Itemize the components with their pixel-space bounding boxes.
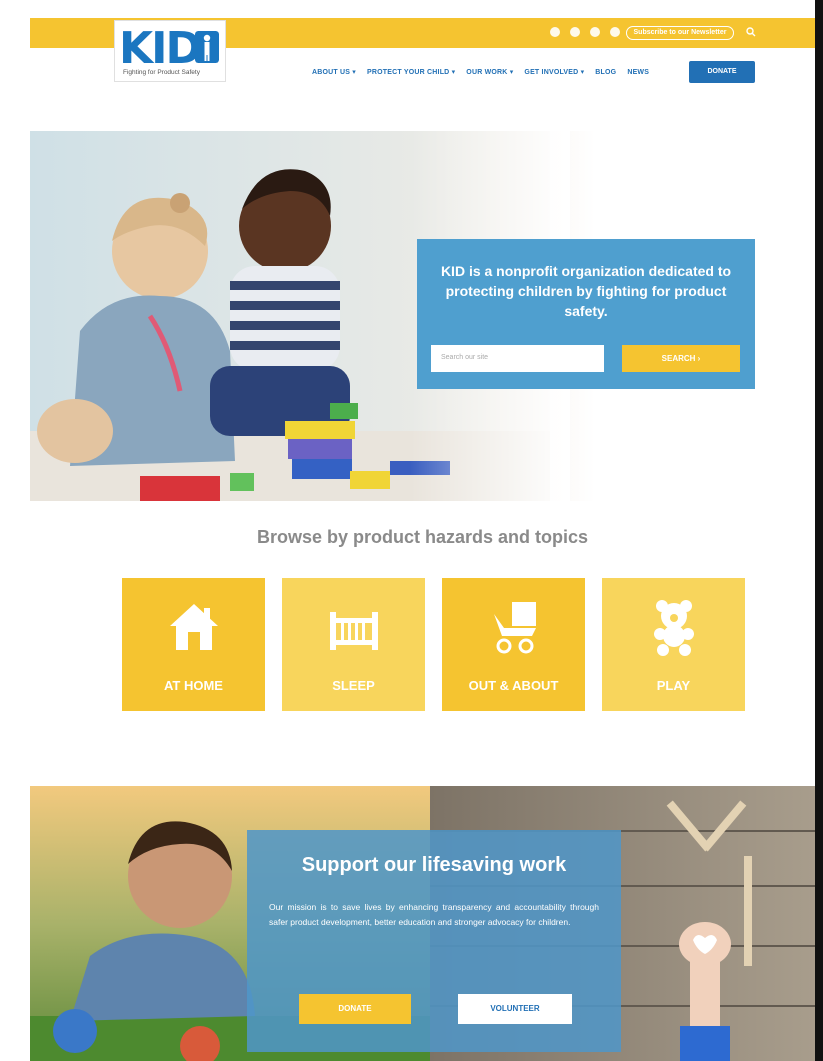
web-page: Subscribe to our Newsletter KID Fighting… [30,18,815,1061]
nav-get-involved[interactable]: GET INVOLVED ▾ [524,68,584,76]
social-links [550,27,620,37]
nav-protect-your-child[interactable]: PROTECT YOUR CHILD ▾ [367,68,455,76]
tile-play[interactable]: PLAY [602,578,745,711]
tile-label: SLEEP [332,678,375,693]
support-panel: Support our lifesaving work Our mission … [247,830,621,1052]
pinterest-icon[interactable] [590,27,600,37]
nav-news[interactable]: NEWS [627,69,649,76]
browse-heading: Browse by product hazards and topics [256,527,589,547]
tile-out-and-about[interactable]: OUT & ABOUT [442,578,585,711]
teddy-bear-icon [654,600,694,656]
instagram-icon[interactable] [610,27,620,37]
tile-label: AT HOME [164,678,223,693]
window-edge [815,0,823,1061]
kid-logo[interactable]: KID Fighting for Product Safety [114,20,226,82]
crib-icon [330,612,378,650]
donate-button[interactable]: DONATE [299,994,411,1024]
stroller-icon [494,602,536,654]
search-icon[interactable] [746,27,756,37]
nav-about-us[interactable]: ABOUT US ▾ [312,68,356,76]
facebook-icon[interactable] [570,27,580,37]
search-button[interactable]: SEARCH › [622,345,740,372]
support-heading: Support our lifesaving work [301,854,567,876]
house-icon [170,604,218,650]
volunteer-button[interactable]: VOLUNTEER [458,994,572,1024]
logo-figure-icon [195,31,219,63]
nav-blog[interactable]: BLOG [595,69,616,76]
logo-tagline: Fighting for Product Safety [123,69,200,76]
twitter-icon[interactable] [550,27,560,37]
tile-label: OUT & ABOUT [468,678,559,693]
donate-button-header[interactable]: DONATE [689,61,755,83]
support-body: Our mission is to save lives by enhancin… [269,902,599,927]
nav-our-work[interactable]: OUR WORK ▾ [466,68,513,76]
site-search-input[interactable]: Search our site [431,345,604,372]
tile-label: PLAY [656,678,691,693]
screenshot-frame: Subscribe to our Newsletter KID Fighting… [0,0,823,1061]
logo-text: KID [119,23,202,74]
tile-at-home[interactable]: AT HOME [122,578,265,711]
main-nav: ABOUT US ▾ PROTECT YOUR CHILD ▾ OUR WORK… [312,68,649,77]
support-section: Support our lifesaving work Our mission … [30,786,815,1061]
hero-headline: KID is a nonprofit organization dedicate… [440,263,732,319]
topic-tiles: AT HOME SLEEP OUT & ABOUT PLAY [122,578,745,711]
hero-mission-box: KID is a nonprofit organization dedicate… [417,239,755,389]
tile-sleep[interactable]: SLEEP [282,578,425,711]
hero-section: KID is a nonprofit organization dedicate… [30,131,815,501]
newsletter-button[interactable]: Subscribe to our Newsletter [626,26,734,40]
